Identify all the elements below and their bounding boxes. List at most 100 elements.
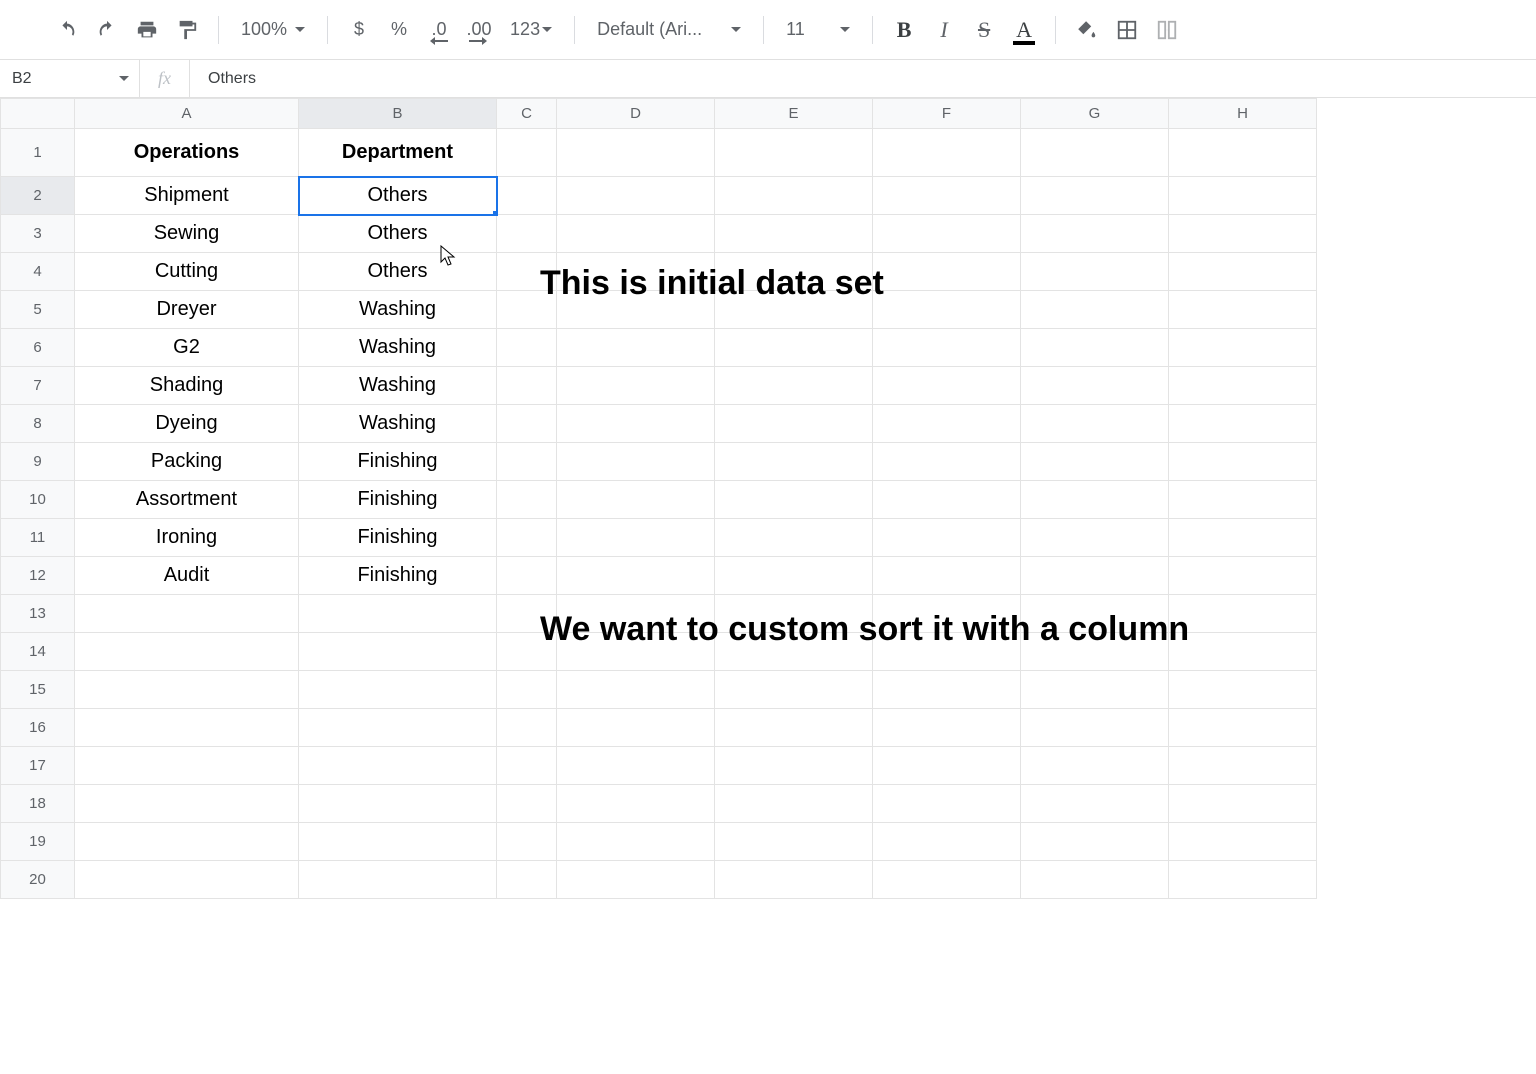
cell-C15[interactable] xyxy=(497,671,557,709)
cell-F12[interactable] xyxy=(873,557,1021,595)
row-header-20[interactable]: 20 xyxy=(1,861,75,899)
cell-C9[interactable] xyxy=(497,443,557,481)
row-header-11[interactable]: 11 xyxy=(1,519,75,557)
cell-C17[interactable] xyxy=(497,747,557,785)
col-header-G[interactable]: G xyxy=(1021,99,1169,129)
cell-F9[interactable] xyxy=(873,443,1021,481)
cell-G19[interactable] xyxy=(1021,823,1169,861)
cell-E19[interactable] xyxy=(715,823,873,861)
cell-A2[interactable]: Shipment xyxy=(75,177,299,215)
print-button[interactable] xyxy=(130,13,164,47)
cell-A11[interactable]: Ironing xyxy=(75,519,299,557)
cell-F20[interactable] xyxy=(873,861,1021,899)
cell-B10[interactable]: Finishing xyxy=(299,481,497,519)
cell-B12[interactable]: Finishing xyxy=(299,557,497,595)
cell-H18[interactable] xyxy=(1169,785,1317,823)
cell-F13[interactable] xyxy=(873,595,1021,633)
cell-B3[interactable]: Others xyxy=(299,215,497,253)
cell-D19[interactable] xyxy=(557,823,715,861)
cell-D6[interactable] xyxy=(557,329,715,367)
cell-E15[interactable] xyxy=(715,671,873,709)
row-header-4[interactable]: 4 xyxy=(1,253,75,291)
cell-D8[interactable] xyxy=(557,405,715,443)
formula-input[interactable]: Others xyxy=(190,60,1536,97)
cell-H6[interactable] xyxy=(1169,329,1317,367)
cell-A10[interactable]: Assortment xyxy=(75,481,299,519)
cell-G9[interactable] xyxy=(1021,443,1169,481)
cell-C8[interactable] xyxy=(497,405,557,443)
cell-B7[interactable]: Washing xyxy=(299,367,497,405)
cell-E14[interactable] xyxy=(715,633,873,671)
cell-E12[interactable] xyxy=(715,557,873,595)
cell-D13[interactable] xyxy=(557,595,715,633)
col-header-D[interactable]: D xyxy=(557,99,715,129)
cell-A7[interactable]: Shading xyxy=(75,367,299,405)
row-header-6[interactable]: 6 xyxy=(1,329,75,367)
cell-E20[interactable] xyxy=(715,861,873,899)
cell-G2[interactable] xyxy=(1021,177,1169,215)
cell-G16[interactable] xyxy=(1021,709,1169,747)
col-header-A[interactable]: A xyxy=(75,99,299,129)
cell-H19[interactable] xyxy=(1169,823,1317,861)
cell-D3[interactable] xyxy=(557,215,715,253)
cell-A14[interactable] xyxy=(75,633,299,671)
cell-H15[interactable] xyxy=(1169,671,1317,709)
cell-D15[interactable] xyxy=(557,671,715,709)
cell-C12[interactable] xyxy=(497,557,557,595)
cell-A13[interactable] xyxy=(75,595,299,633)
cell-H5[interactable] xyxy=(1169,291,1317,329)
cell-F14[interactable] xyxy=(873,633,1021,671)
percent-button[interactable]: % xyxy=(382,13,416,47)
cell-B5[interactable]: Washing xyxy=(299,291,497,329)
cell-B9[interactable]: Finishing xyxy=(299,443,497,481)
fontsize-dropdown[interactable]: 11 xyxy=(778,13,858,47)
cell-D18[interactable] xyxy=(557,785,715,823)
cell-B16[interactable] xyxy=(299,709,497,747)
cell-F3[interactable] xyxy=(873,215,1021,253)
cell-D7[interactable] xyxy=(557,367,715,405)
cell-A15[interactable] xyxy=(75,671,299,709)
cell-G13[interactable] xyxy=(1021,595,1169,633)
cell-G17[interactable] xyxy=(1021,747,1169,785)
col-header-C[interactable]: C xyxy=(497,99,557,129)
cell-A3[interactable]: Sewing xyxy=(75,215,299,253)
col-header-B[interactable]: B xyxy=(299,99,497,129)
cell-H16[interactable] xyxy=(1169,709,1317,747)
col-header-H[interactable]: H xyxy=(1169,99,1317,129)
cell-C14[interactable] xyxy=(497,633,557,671)
cell-A19[interactable] xyxy=(75,823,299,861)
merge-cells-button[interactable] xyxy=(1150,13,1184,47)
row-header-16[interactable]: 16 xyxy=(1,709,75,747)
cell-D1[interactable] xyxy=(557,129,715,177)
select-all-corner[interactable] xyxy=(1,99,75,129)
currency-button[interactable]: $ xyxy=(342,13,376,47)
cell-D5[interactable] xyxy=(557,291,715,329)
cell-H10[interactable] xyxy=(1169,481,1317,519)
cell-G10[interactable] xyxy=(1021,481,1169,519)
cell-C5[interactable] xyxy=(497,291,557,329)
cell-A12[interactable]: Audit xyxy=(75,557,299,595)
cell-E16[interactable] xyxy=(715,709,873,747)
sheet-table[interactable]: A B C D E F G H 1OperationsDepartment2Sh… xyxy=(0,98,1317,899)
cell-C20[interactable] xyxy=(497,861,557,899)
cell-A8[interactable]: Dyeing xyxy=(75,405,299,443)
cell-C4[interactable] xyxy=(497,253,557,291)
cell-H2[interactable] xyxy=(1169,177,1317,215)
cell-B19[interactable] xyxy=(299,823,497,861)
selection-handle[interactable] xyxy=(492,210,497,215)
cell-E5[interactable] xyxy=(715,291,873,329)
cell-G14[interactable] xyxy=(1021,633,1169,671)
col-header-F[interactable]: F xyxy=(873,99,1021,129)
cell-B20[interactable] xyxy=(299,861,497,899)
row-header-18[interactable]: 18 xyxy=(1,785,75,823)
cell-B1[interactable]: Department xyxy=(299,129,497,177)
cell-D16[interactable] xyxy=(557,709,715,747)
cell-F8[interactable] xyxy=(873,405,1021,443)
row-header-12[interactable]: 12 xyxy=(1,557,75,595)
row-header-8[interactable]: 8 xyxy=(1,405,75,443)
cell-B8[interactable]: Washing xyxy=(299,405,497,443)
name-box[interactable]: B2 xyxy=(0,60,140,97)
cell-C19[interactable] xyxy=(497,823,557,861)
cell-C3[interactable] xyxy=(497,215,557,253)
row-header-2[interactable]: 2 xyxy=(1,177,75,215)
